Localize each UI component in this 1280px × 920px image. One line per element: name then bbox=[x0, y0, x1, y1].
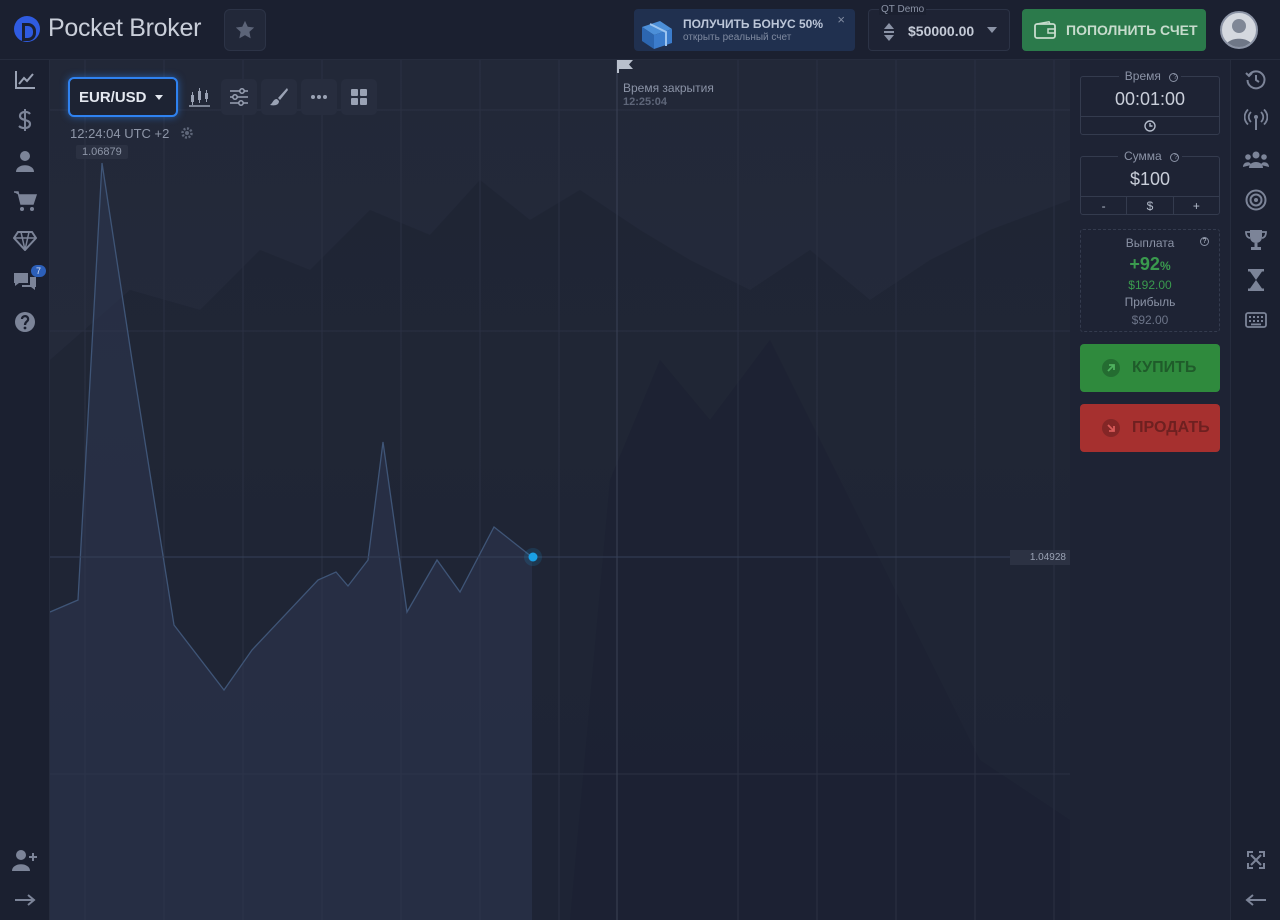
arrow-left-icon[interactable] bbox=[1243, 887, 1269, 913]
asset-pair-label: EUR/USD bbox=[79, 88, 147, 106]
trophy-icon[interactable] bbox=[1243, 227, 1269, 253]
fullscreen-icon[interactable] bbox=[1243, 847, 1269, 873]
close-icon[interactable]: × bbox=[837, 12, 845, 27]
current-price-tag: 1.04928 bbox=[1010, 550, 1070, 565]
arrow-right-icon[interactable] bbox=[12, 887, 38, 913]
more-dots-icon bbox=[311, 95, 327, 99]
keyboard-icon[interactable] bbox=[1243, 307, 1269, 333]
add-user-icon[interactable] bbox=[12, 847, 38, 873]
clock-icon bbox=[1144, 120, 1156, 132]
deposit-button[interactable]: ПОПОЛНИТЬ СЧЕТ bbox=[1022, 9, 1206, 51]
amount-value[interactable]: $100 bbox=[1081, 169, 1219, 190]
wallet-icon bbox=[1034, 21, 1056, 39]
sell-label: ПРОДАТЬ bbox=[1132, 419, 1210, 436]
indicators-button[interactable] bbox=[221, 79, 257, 115]
price-chart[interactable]: EUR/USD 12:24:04 UTC +2 1.06879 Время за… bbox=[50, 60, 1070, 920]
drawing-tools-button[interactable] bbox=[261, 79, 297, 115]
chevron-down-icon bbox=[987, 27, 997, 33]
sell-button[interactable]: ПРОДАТЬ bbox=[1080, 404, 1220, 452]
switch-arrows-icon bbox=[884, 23, 894, 41]
logo[interactable]: Pocket Broker bbox=[14, 14, 201, 43]
chart-line-icon[interactable] bbox=[12, 67, 38, 93]
payout-percent: +92% bbox=[1129, 254, 1171, 274]
profit-label: Прибыль bbox=[1124, 295, 1176, 309]
sliders-icon bbox=[230, 88, 248, 106]
right-sidebar bbox=[1230, 60, 1280, 920]
dollar-icon[interactable] bbox=[12, 107, 38, 133]
gear-icon[interactable] bbox=[180, 126, 194, 140]
time-field[interactable]: Время ? 00:01:00 bbox=[1080, 69, 1220, 135]
arrow-up-right-icon bbox=[1102, 359, 1120, 377]
trade-panel: Время ? 00:01:00 Сумма ? $100 - $ + Выпл… bbox=[1070, 60, 1230, 920]
target-icon[interactable] bbox=[1243, 187, 1269, 213]
help-icon[interactable]: ? bbox=[1169, 73, 1179, 82]
asset-pair-selector[interactable]: EUR/USD bbox=[68, 77, 178, 117]
help-icon[interactable] bbox=[12, 309, 38, 335]
grid-icon bbox=[351, 89, 367, 105]
flag-icon bbox=[617, 60, 633, 73]
amount-label: Сумма bbox=[1120, 149, 1165, 163]
layout-grid-button[interactable] bbox=[341, 79, 377, 115]
left-sidebar: 7 bbox=[0, 60, 50, 920]
history-icon[interactable] bbox=[1243, 67, 1269, 93]
expiration-time: 12:25:04 bbox=[623, 96, 668, 108]
high-price-label: 1.06879 bbox=[76, 145, 128, 159]
increase-amount-button[interactable]: + bbox=[1172, 197, 1219, 215]
buy-label: КУПИТЬ bbox=[1132, 359, 1197, 376]
gift-box-icon bbox=[642, 21, 672, 49]
bonus-subtitle: открыть реальный счет bbox=[683, 32, 792, 43]
time-label: Время bbox=[1121, 69, 1164, 83]
time-mode-toggle[interactable] bbox=[1081, 116, 1219, 135]
user-icon[interactable] bbox=[12, 148, 38, 174]
chat-badge: 7 bbox=[31, 265, 46, 277]
diamond-icon[interactable] bbox=[12, 228, 38, 254]
hourglass-icon[interactable] bbox=[1243, 267, 1269, 293]
avatar[interactable] bbox=[1220, 11, 1258, 49]
candlestick-icon bbox=[189, 88, 210, 107]
cart-icon[interactable] bbox=[12, 188, 38, 214]
decrease-amount-button[interactable]: - bbox=[1081, 197, 1126, 215]
chart-canvas bbox=[50, 60, 1070, 920]
currency-toggle-button[interactable]: $ bbox=[1126, 197, 1172, 215]
logo-text: Pocket Broker bbox=[48, 14, 202, 42]
favorites-button[interactable] bbox=[224, 9, 266, 51]
social-trading-icon[interactable] bbox=[1243, 147, 1269, 173]
help-icon[interactable]: ? bbox=[1170, 153, 1180, 162]
help-icon[interactable]: ? bbox=[1200, 237, 1209, 246]
account-label: QT Demo bbox=[879, 4, 927, 15]
deposit-label: ПОПОЛНИТЬ СЧЕТ bbox=[1066, 22, 1198, 38]
signal-icon[interactable] bbox=[1243, 107, 1269, 133]
arrow-down-right-icon bbox=[1102, 419, 1120, 437]
logo-mark-icon bbox=[14, 15, 40, 42]
profit-amount: $92.00 bbox=[1131, 313, 1169, 327]
user-avatar-icon bbox=[1225, 19, 1253, 47]
amount-field[interactable]: Сумма ? $100 - $ + bbox=[1080, 149, 1220, 215]
time-value[interactable]: 00:01:00 bbox=[1081, 89, 1219, 110]
brush-icon bbox=[270, 88, 288, 106]
top-header: Pocket Broker ПОЛУЧИТЬ БОНУС 50% открыть… bbox=[0, 0, 1280, 60]
server-time: 12:24:04 UTC +2 bbox=[70, 126, 170, 141]
payout-info: Выплата ? +92% $192.00 Прибыль $92.00 bbox=[1080, 229, 1220, 332]
buy-button[interactable]: КУПИТЬ bbox=[1080, 344, 1220, 392]
balance-value: $50000.00 bbox=[908, 23, 975, 39]
more-options-button[interactable] bbox=[301, 79, 337, 115]
chevron-down-icon bbox=[154, 94, 163, 100]
bonus-title: ПОЛУЧИТЬ БОНУС 50% bbox=[683, 17, 823, 31]
expiration-title: Время закрытия bbox=[623, 81, 714, 95]
bonus-banner[interactable]: ПОЛУЧИТЬ БОНУС 50% открыть реальный счет… bbox=[634, 9, 855, 51]
account-selector[interactable]: QT Demo $50000.00 bbox=[868, 4, 1010, 51]
star-icon bbox=[235, 20, 255, 39]
payout-label: Выплата bbox=[1125, 236, 1175, 250]
payout-amount: $192.00 bbox=[1128, 278, 1172, 292]
chart-type-button[interactable] bbox=[181, 79, 217, 115]
amount-controls: - $ + bbox=[1081, 196, 1219, 215]
